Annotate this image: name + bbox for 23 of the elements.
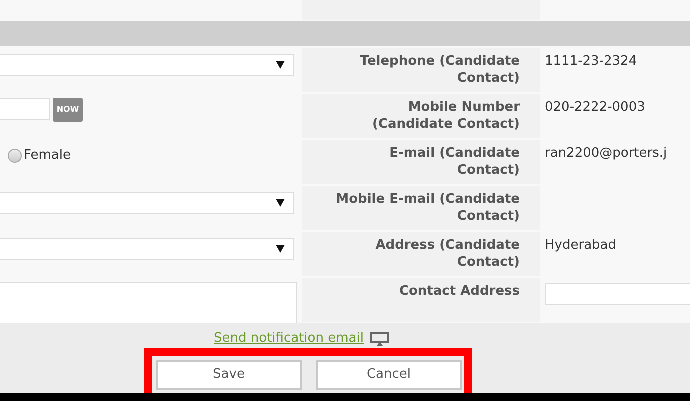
caret-icon <box>276 245 285 253</box>
select-field[interactable] <box>0 54 294 76</box>
select-field[interactable] <box>0 192 294 214</box>
caret-icon <box>276 61 285 69</box>
now-button[interactable]: NOW <box>53 98 83 122</box>
field-label: Contact Address <box>399 284 520 299</box>
field-label: Mobile E-mail (Candidate Contact) <box>336 192 520 224</box>
cancel-button[interactable]: Cancel <box>316 360 462 390</box>
field-label: Telephone (Candidate Contact) <box>360 54 520 86</box>
field-value: 020-2222-0003 <box>545 100 646 115</box>
field-value: 1111-23-2324 <box>545 54 638 69</box>
field-value: Hyderabad <box>545 238 616 253</box>
date-input-field[interactable] <box>0 98 50 120</box>
field-label: E-mail (Candidate Contact) <box>390 146 520 178</box>
select-field[interactable] <box>0 238 294 260</box>
field-value: ran2200@porters.j <box>545 146 668 161</box>
caret-icon <box>276 199 285 207</box>
save-button[interactable]: Save <box>156 360 302 390</box>
field-label: Mobile Number (Candidate Contact) <box>372 100 520 132</box>
radio-option[interactable]: Female <box>8 146 72 166</box>
contact-address-field[interactable] <box>545 283 690 305</box>
field-label: Address (Candidate Contact) <box>376 238 520 270</box>
monitor-icon[interactable] <box>370 332 390 346</box>
